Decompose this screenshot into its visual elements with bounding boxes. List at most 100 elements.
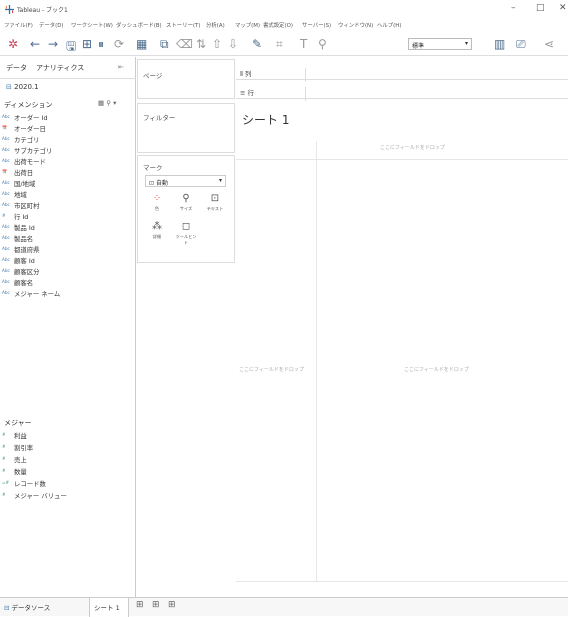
drop-zone-rows[interactable]: ここにフィールドをドロップ: [239, 366, 304, 373]
new-worksheet-icon[interactable]: ⊞: [136, 600, 144, 610]
worksheet-canvas: シート 1 ここにフィールドをドロップ ここにフィールドをドロップ ここにフィー…: [236, 101, 568, 587]
field-type-icon: Abc: [2, 235, 10, 240]
fit-select[interactable]: 標準 ▾: [408, 38, 472, 50]
filters-title: フィルター: [143, 114, 176, 122]
field-type-icon: Abc: [2, 246, 10, 251]
new-story-icon[interactable]: ⊞: [168, 600, 176, 610]
swap-icon[interactable]: ⇅: [196, 37, 206, 51]
highlight-icon[interactable]: ✎: [252, 37, 262, 51]
view-toggle-icon[interactable]: ▦: [98, 99, 104, 107]
close-button[interactable]: ✕: [559, 3, 567, 13]
pages-card[interactable]: ページ: [137, 59, 235, 99]
marks-title: マーク: [143, 164, 163, 172]
sheet-tab[interactable]: シート 1: [94, 602, 120, 612]
labels-icon[interactable]: T: [300, 37, 307, 51]
divider: [236, 581, 568, 582]
maximize-button[interactable]: □: [536, 3, 545, 13]
field-type-icon: Abc: [2, 158, 10, 163]
collapse-pane-icon[interactable]: ⇤: [118, 63, 124, 71]
new-worksheet-icon[interactable]: ▦: [136, 37, 147, 51]
field-type-icon: =#: [2, 480, 10, 485]
menu-worksheet[interactable]: ワークシート(W): [71, 21, 113, 29]
menu-server[interactable]: サーバー(S): [302, 21, 331, 29]
field-type-icon: #: [2, 468, 6, 473]
field-type-icon: Abc: [2, 257, 10, 262]
field-type-icon: Abc: [2, 202, 10, 207]
size-icon: ⚲: [182, 193, 190, 204]
text-icon: ⊡: [210, 193, 220, 204]
chevron-down-icon: ▾: [218, 177, 222, 184]
columns-shelf[interactable]: ⦀ 列: [236, 64, 568, 82]
pin-icon[interactable]: ⚲: [318, 37, 327, 51]
sort-ascending-icon[interactable]: ⇧: [212, 37, 222, 51]
tableau-home-icon[interactable]: ✲: [8, 37, 18, 51]
rows-shelf[interactable]: ≡ 行: [236, 83, 568, 101]
menu-help[interactable]: ヘルプ(H): [377, 21, 401, 29]
datasource-item[interactable]: ⊟ 2020.1: [6, 83, 39, 91]
mark-type-select[interactable]: ⊡ 自動 ▾: [145, 175, 226, 187]
tab-data[interactable]: データ: [6, 63, 27, 73]
divider: [316, 141, 317, 581]
field-type-icon: 📅: [2, 125, 8, 130]
group-icon[interactable]: ⌗: [276, 37, 283, 52]
menu-dashboard[interactable]: ダッシュボード(B): [116, 21, 162, 29]
menu-format[interactable]: 書式設定(O): [263, 21, 293, 29]
sort-descending-icon[interactable]: ⇩: [228, 37, 238, 51]
presentation-icon[interactable]: ⎚: [516, 37, 526, 52]
menu-bar: ファイル(F) データ(D) ワークシート(W) ダッシュボード(B) ストーリ…: [0, 18, 568, 32]
tooltip-button[interactable]: ◻ ツールヒント: [174, 221, 198, 245]
share-icon[interactable]: ⋖: [544, 37, 554, 51]
menu-window[interactable]: ウィンドウ(N): [338, 21, 373, 29]
forward-icon[interactable]: →: [48, 37, 58, 51]
menu-map[interactable]: マップ(M): [235, 21, 260, 29]
rows-label: 行: [247, 89, 255, 97]
divider: [236, 159, 568, 160]
minimize-button[interactable]: –: [511, 3, 516, 13]
sheet-title[interactable]: シート 1: [242, 111, 289, 128]
pause-update-icon[interactable]: ⏸: [98, 37, 104, 52]
field-type-icon: Abc: [2, 136, 10, 141]
search-icon[interactable]: ⚲: [106, 99, 111, 107]
new-datasource-icon[interactable]: ⊞: [82, 37, 92, 51]
datasource-tab[interactable]: ⊟ データソース: [4, 602, 50, 612]
rows-icon: ≡: [240, 89, 246, 97]
back-icon[interactable]: ←: [30, 37, 40, 51]
tableau-logo-icon: [5, 5, 14, 14]
field-type-icon: #: [2, 492, 6, 497]
field-type-icon: #: [2, 213, 6, 218]
field-type-icon: 📅: [2, 169, 8, 174]
menu-file[interactable]: ファイル(F): [4, 21, 33, 29]
chevron-down-icon[interactable]: ▾: [113, 99, 116, 107]
show-cards-icon[interactable]: ▥: [494, 37, 505, 51]
duplicate-sheet-icon[interactable]: ⧉: [160, 37, 169, 52]
field-type-icon: Abc: [2, 191, 10, 196]
new-dashboard-icon[interactable]: ⊞: [152, 600, 160, 610]
text-button[interactable]: ⊡ テキスト: [203, 193, 227, 217]
field-type-icon: Abc: [2, 180, 10, 185]
menu-analysis[interactable]: 分析(A): [206, 21, 225, 29]
color-button[interactable]: ⁘ 色: [145, 193, 169, 217]
chevron-down-icon: ▾: [464, 40, 468, 47]
detail-button[interactable]: ⁂ 詳細: [145, 221, 169, 245]
menu-data[interactable]: データ(D): [39, 21, 64, 29]
field-type-icon: Abc: [2, 290, 10, 295]
save-icon[interactable]: 🖫: [66, 37, 76, 58]
dimensions-tools: ▦ ⚲ ▾: [98, 99, 116, 107]
filters-card[interactable]: フィルター: [137, 103, 235, 153]
columns-label: 列: [244, 70, 252, 78]
drop-zone-columns[interactable]: ここにフィールドをドロップ: [380, 144, 445, 151]
size-button[interactable]: ⚲ サイズ: [174, 193, 198, 217]
measures-header: メジャー: [4, 419, 32, 427]
data-pane-tabs: データ アナリティクス ⇤: [0, 57, 136, 79]
field-type-icon: Abc: [2, 224, 10, 229]
field-type-icon: Abc: [2, 147, 10, 152]
dimensions-header: ディメンション: [4, 101, 53, 109]
tab-analytics[interactable]: アナリティクス: [36, 63, 84, 73]
clear-sheet-icon[interactable]: ⌫: [176, 37, 193, 51]
field-type-icon: Abc: [2, 268, 10, 273]
window-title: Tableau - ブック1: [17, 7, 68, 14]
menu-story[interactable]: ストーリー(T): [166, 21, 200, 29]
refresh-icon[interactable]: ⟳: [114, 37, 124, 51]
drop-zone-center[interactable]: ここにフィールドをドロップ: [404, 366, 469, 373]
field-type-icon: #: [2, 432, 6, 437]
